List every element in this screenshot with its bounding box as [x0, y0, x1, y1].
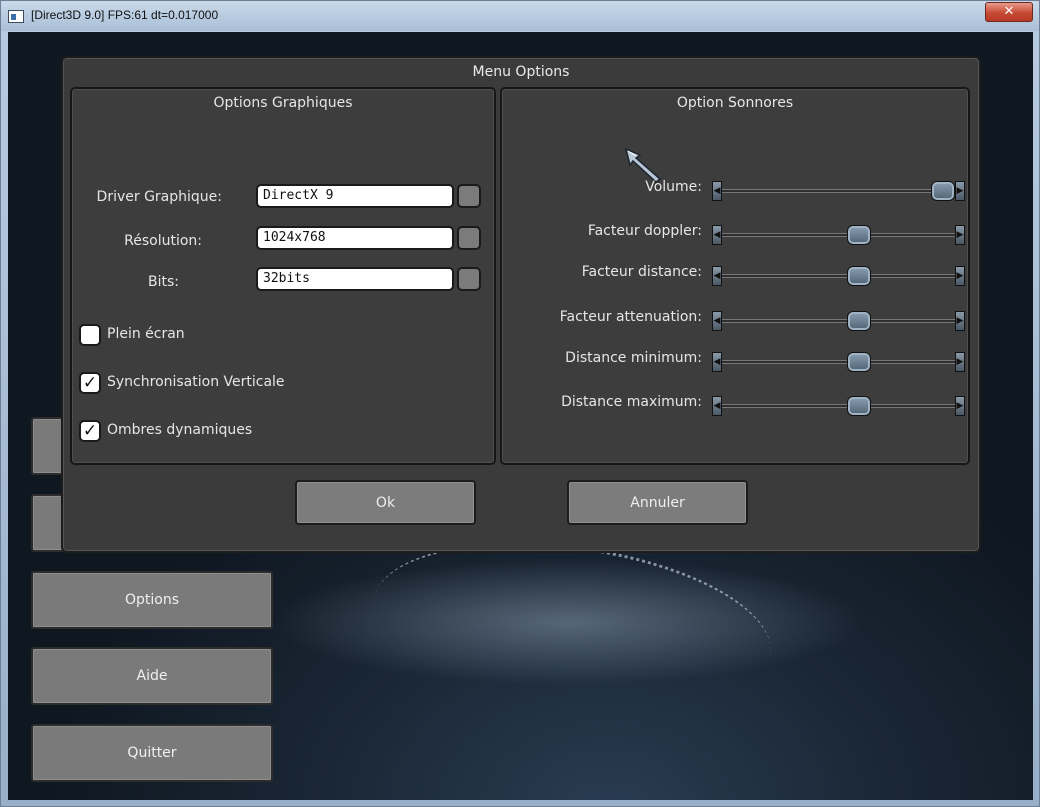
window-title: [Direct3D 9.0] FPS:61 dt=0.017000	[31, 8, 219, 22]
bits-label: Bits:	[148, 274, 179, 290]
vsync-checkbox[interactable]: ✓	[79, 372, 101, 394]
app-window: [Direct3D 9.0] FPS:61 dt=0.017000 ✕ Opti…	[0, 0, 1040, 807]
vsync-label: Synchronisation Verticale	[107, 374, 285, 390]
sound-options-panel: Option Sonnores Volume: ◀ ▶ Facteur doppler…	[500, 87, 970, 465]
cancel-button[interactable]: Annuler	[567, 480, 748, 525]
graphics-panel-title: Options Graphiques	[213, 95, 353, 111]
fullscreen-checkbox[interactable]	[79, 324, 101, 346]
arrow-left-icon[interactable]: ◀	[712, 311, 722, 331]
driver-field[interactable]: DirectX 9	[256, 184, 454, 208]
slider-label: Facteur attenuation:	[559, 309, 702, 325]
resolution-label: Résolution:	[124, 233, 202, 249]
slider-thumb[interactable]	[847, 266, 871, 286]
sound-slider[interactable]: ◀ ▶	[712, 352, 965, 372]
slider-track[interactable]	[722, 274, 955, 278]
arrow-right-icon[interactable]: ▶	[955, 225, 965, 245]
sound-slider[interactable]: ◀ ▶	[712, 266, 965, 286]
sound-slider[interactable]: ◀ ▶	[712, 311, 965, 331]
title-bar[interactable]: [Direct3D 9.0] FPS:61 dt=0.017000 ✕	[1, 1, 1039, 31]
sound-slider[interactable]: ◀ ▶	[712, 396, 965, 416]
arrow-right-icon[interactable]: ▶	[955, 311, 965, 331]
arrow-left-icon[interactable]: ◀	[712, 266, 722, 286]
slider-label: Facteur distance:	[581, 264, 702, 280]
options-dialog: Menu Options Options Graphiques Driver G…	[61, 56, 981, 553]
slider-track[interactable]	[722, 319, 955, 323]
fullscreen-label: Plein écran	[107, 326, 185, 342]
arrow-right-icon[interactable]: ▶	[955, 352, 965, 372]
dynamic-shadows-checkbox[interactable]: ✓	[79, 420, 101, 442]
slider-label: Distance minimum:	[565, 350, 702, 366]
graphics-options-panel: Options Graphiques Driver Graphique: Dir…	[70, 87, 496, 465]
dynamic-shadows-label: Ombres dynamiques	[107, 422, 253, 438]
close-button[interactable]: ✕	[985, 2, 1033, 22]
sound-panel-title: Option Sonnores	[676, 95, 794, 111]
slider-label: Volume:	[645, 179, 702, 195]
slider-label: Facteur doppler:	[587, 223, 702, 239]
slider-track[interactable]	[722, 233, 955, 237]
slider-track[interactable]	[722, 404, 955, 408]
arrow-left-icon[interactable]: ◀	[712, 396, 722, 416]
sound-slider[interactable]: ◀ ▶	[712, 225, 965, 245]
driver-dropdown-button[interactable]	[457, 184, 481, 208]
arrow-left-icon[interactable]: ◀	[712, 352, 722, 372]
arrow-right-icon[interactable]: ▶	[955, 181, 965, 201]
slider-track[interactable]	[722, 360, 955, 364]
slider-thumb[interactable]	[847, 311, 871, 331]
slider-track[interactable]	[722, 189, 955, 193]
resolution-dropdown-button[interactable]	[457, 226, 481, 250]
help-menu-button[interactable]: Aide	[31, 647, 273, 705]
app-window-icon	[8, 10, 24, 23]
bits-field[interactable]: 32bits	[256, 267, 454, 291]
dialog-title: Menu Options	[472, 64, 570, 80]
quit-menu-button[interactable]: Quitter	[31, 724, 273, 782]
slider-thumb[interactable]	[847, 396, 871, 416]
slider-thumb[interactable]	[847, 225, 871, 245]
arrow-right-icon[interactable]: ▶	[955, 396, 965, 416]
options-menu-button[interactable]: Options	[31, 571, 273, 629]
ok-button[interactable]: Ok	[295, 480, 476, 525]
resolution-field[interactable]: 1024x768	[256, 226, 454, 250]
arrow-right-icon[interactable]: ▶	[955, 266, 965, 286]
arrow-left-icon[interactable]: ◀	[712, 225, 722, 245]
arrow-left-icon[interactable]: ◀	[712, 181, 722, 201]
bits-dropdown-button[interactable]	[457, 267, 481, 291]
slider-thumb[interactable]	[931, 181, 955, 201]
sound-slider[interactable]: ◀ ▶	[712, 181, 965, 201]
game-viewport: Options Aide Quitter Menu Options Option…	[8, 32, 1033, 800]
slider-label: Distance maximum:	[561, 394, 702, 410]
driver-label: Driver Graphique:	[96, 189, 222, 205]
arrow-cursor-icon	[624, 147, 662, 183]
slider-thumb[interactable]	[847, 352, 871, 372]
